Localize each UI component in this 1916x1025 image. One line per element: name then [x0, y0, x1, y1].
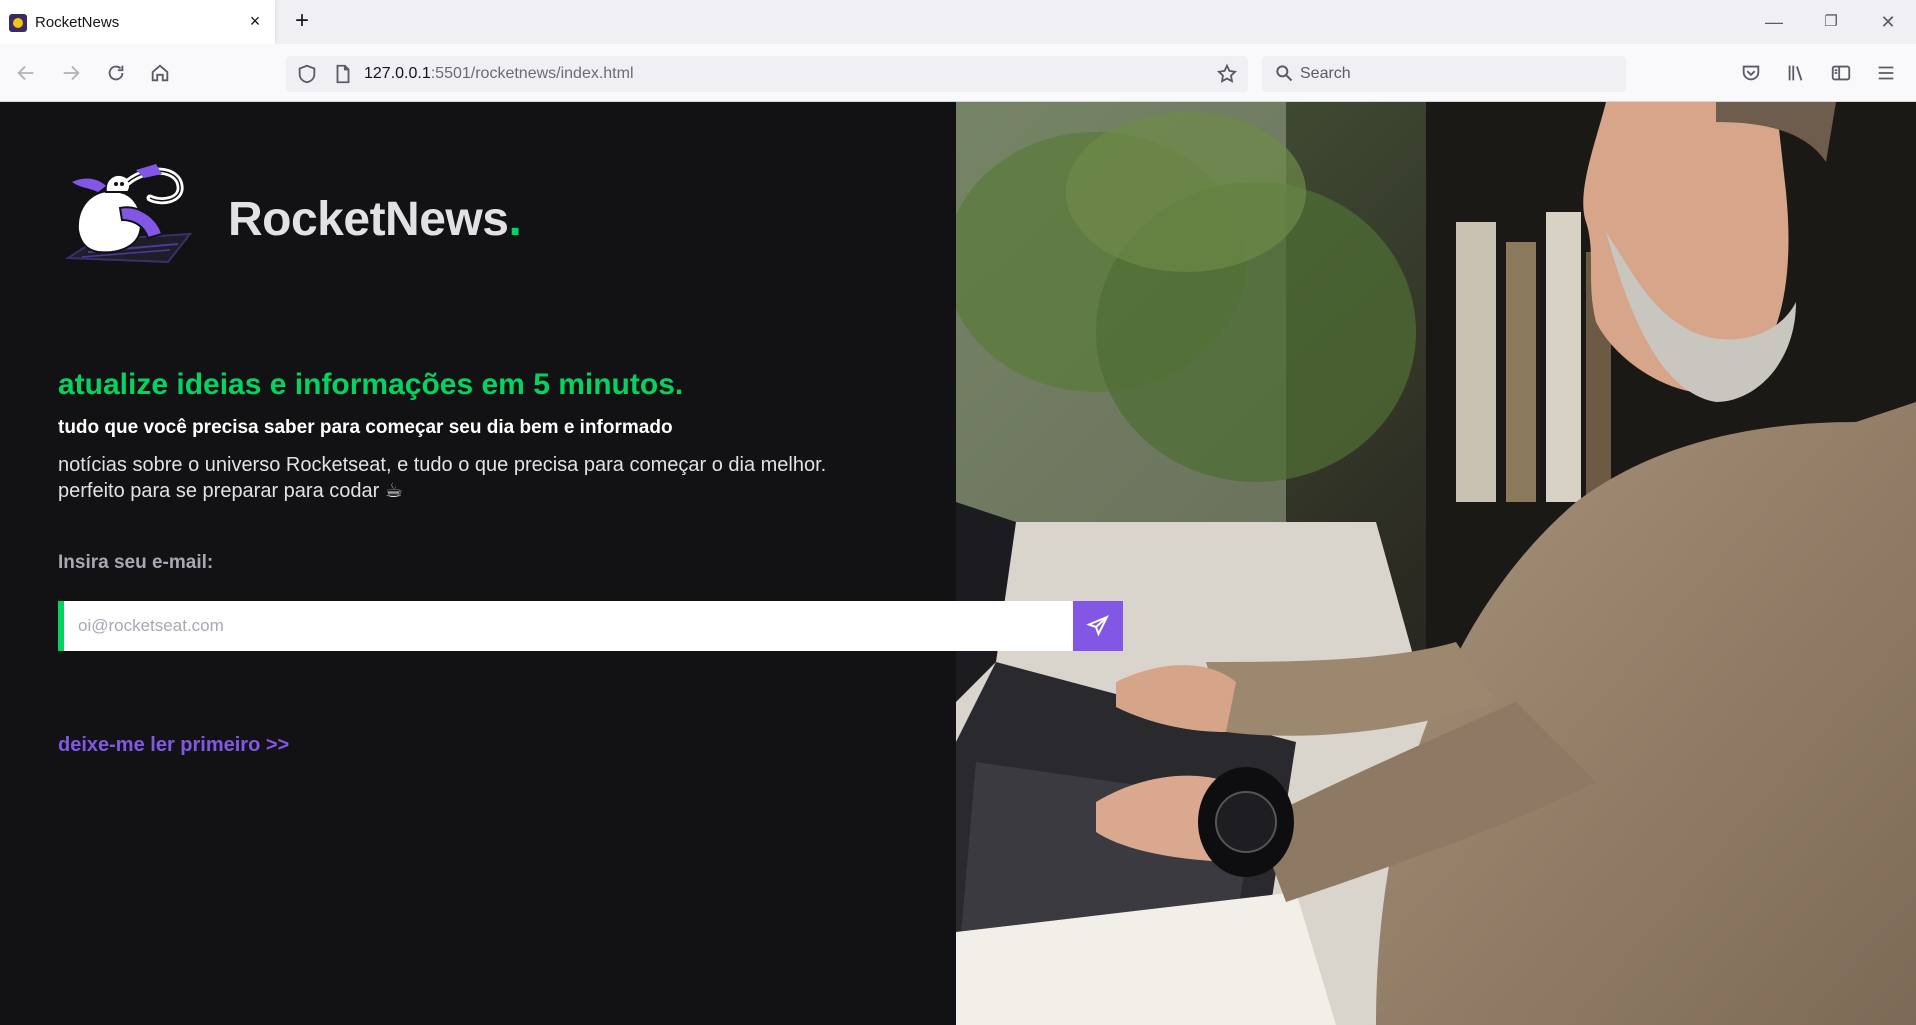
shield-icon[interactable] [296, 63, 318, 85]
description: notícias sobre o universo Rocketseat, e … [58, 452, 918, 504]
headline: atualize ideias e informações em 5 minut… [58, 368, 684, 401]
library-icon[interactable] [1784, 62, 1808, 86]
url-host: 127.0.0.1 [364, 65, 431, 82]
window-close-button[interactable]: ✕ [1876, 11, 1900, 33]
new-tab-button[interactable]: + [290, 9, 314, 34]
search-icon [1274, 63, 1294, 83]
page-content: RocketNews. atualize ideias e informaçõe… [0, 102, 1916, 1025]
hero-photo [956, 102, 1916, 1025]
page-icon[interactable] [332, 63, 354, 85]
window-minimize-button[interactable]: — [1762, 11, 1786, 33]
email-label: Insira seu e-mail: [58, 552, 214, 573]
email-input[interactable] [58, 601, 1073, 651]
url-path: :5501/rocketnews/index.html [430, 65, 634, 82]
browser-tab-bar: RocketNews × + — ❐ ✕ [0, 0, 1916, 44]
description-line-2: perfeito para se preparar para codar ☕ [58, 480, 403, 502]
menu-icon[interactable] [1874, 62, 1898, 86]
content-panel: RocketNews. atualize ideias e informaçõe… [0, 102, 956, 1025]
read-first-link[interactable]: deixe-me ler primeiro >> [58, 734, 289, 757]
tab-close-icon[interactable]: × [245, 11, 265, 31]
man-typing-photo [956, 102, 1916, 1025]
subheadline: tudo que você precisa saber para começar… [58, 417, 673, 438]
brand-dot: . [508, 193, 522, 246]
brand-text: RocketNews [228, 193, 509, 246]
browser-tab[interactable]: RocketNews × [0, 0, 275, 44]
description-line-1: notícias sobre o universo Rocketseat, e … [58, 454, 827, 476]
url-bar[interactable]: 127.0.0.1:5501/rocketnews/index.html [286, 56, 1248, 92]
reload-icon[interactable] [104, 62, 128, 86]
tab-title: RocketNews [35, 14, 120, 31]
sidebar-icon[interactable] [1829, 62, 1853, 86]
favicon-icon [9, 14, 27, 32]
pocket-icon[interactable] [1739, 62, 1763, 86]
email-form [58, 601, 1123, 651]
search-bar[interactable]: Search [1262, 56, 1626, 92]
send-button[interactable] [1073, 601, 1123, 651]
home-icon[interactable] [148, 62, 172, 86]
url-text[interactable]: 127.0.0.1:5501/rocketnews/index.html [364, 65, 634, 83]
window-restore-button[interactable]: ❐ [1819, 11, 1843, 33]
search-placeholder: Search [1300, 65, 1351, 82]
browser-nav-bar: 127.0.0.1:5501/rocketnews/index.html Sea… [0, 44, 1916, 102]
back-icon[interactable] [14, 62, 38, 86]
forward-icon[interactable] [59, 62, 83, 86]
rocket-logo [58, 162, 200, 277]
brand-name: RocketNews. [228, 192, 522, 247]
send-icon [1086, 615, 1110, 637]
star-icon[interactable] [1216, 63, 1238, 85]
